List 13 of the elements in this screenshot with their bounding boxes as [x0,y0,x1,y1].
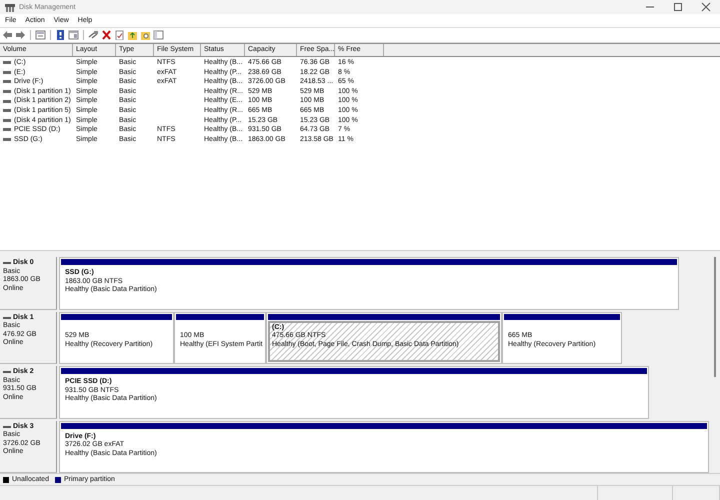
app-icon [5,2,15,12]
list-view-icon[interactable] [35,30,46,40]
panel-icon[interactable] [68,30,79,40]
book-icon[interactable] [55,30,66,40]
forward-icon[interactable] [15,30,26,40]
folder-icon[interactable] [127,30,138,40]
back-icon[interactable] [2,30,13,40]
delete-icon[interactable] [101,30,112,40]
window-icon[interactable] [153,30,164,40]
connect-icon[interactable] [88,30,99,40]
folder-search-icon[interactable] [140,30,151,40]
scrollbar-thumb[interactable] [714,257,716,377]
checklist-icon[interactable] [114,30,125,40]
